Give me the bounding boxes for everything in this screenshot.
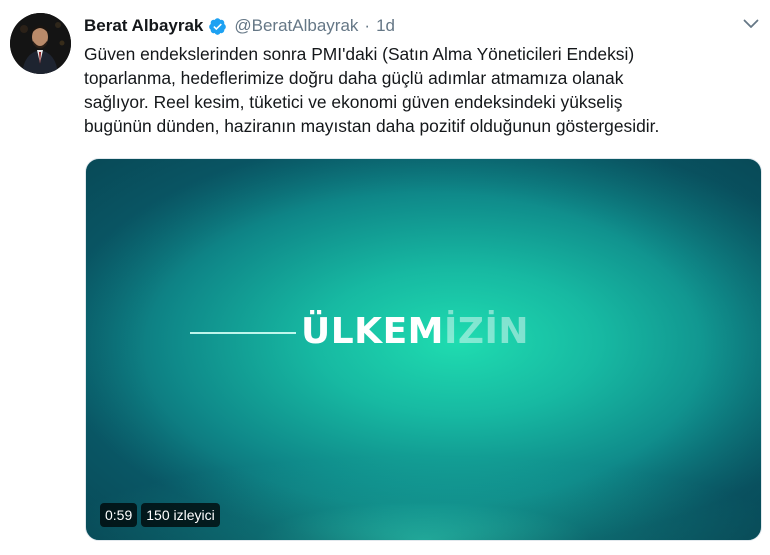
tweet-header: Berat Albayrak @BeratAlbayrak · 1d [84,13,395,39]
video-duration: 0:59 [100,503,138,527]
tweet-text-line: bugünün dünden, haziranın mayıstan daha … [84,116,660,136]
video-title-line [190,332,296,334]
tweet-timestamp[interactable]: 1d [376,16,395,36]
video-title: ÜLKEMİZİN [301,311,529,352]
video-badges: 0:59 150 izleyici [100,503,220,527]
author-name[interactable]: Berat Albayrak [84,16,203,36]
video-title-main: ÜLKEM [301,311,444,352]
chevron-down-icon[interactable] [741,14,761,34]
avatar[interactable] [10,13,71,74]
tweet-text-line: Güven endekslerinden sonra PMI'daki (Sat… [84,44,635,64]
tweet-text: Güven endekslerinden sonra PMI'daki (Sat… [84,42,764,138]
verified-badge-icon [208,17,227,36]
tweet-text-line: sağlıyor. Reel kesim, tüketici ve ekonom… [84,92,623,112]
tweet-text-line: toparlanma, hedeflerimize doğru daha güç… [84,68,624,88]
author-handle[interactable]: @BeratAlbayrak [234,16,358,36]
video-title-faded: İZİN [443,311,530,352]
avatar-photo [10,13,71,74]
video-player[interactable]: ÜLKEMİZİN 0:59 150 izleyici [85,158,762,541]
video-view-count: 150 izleyici [141,503,220,527]
header-separator: · [364,16,371,35]
